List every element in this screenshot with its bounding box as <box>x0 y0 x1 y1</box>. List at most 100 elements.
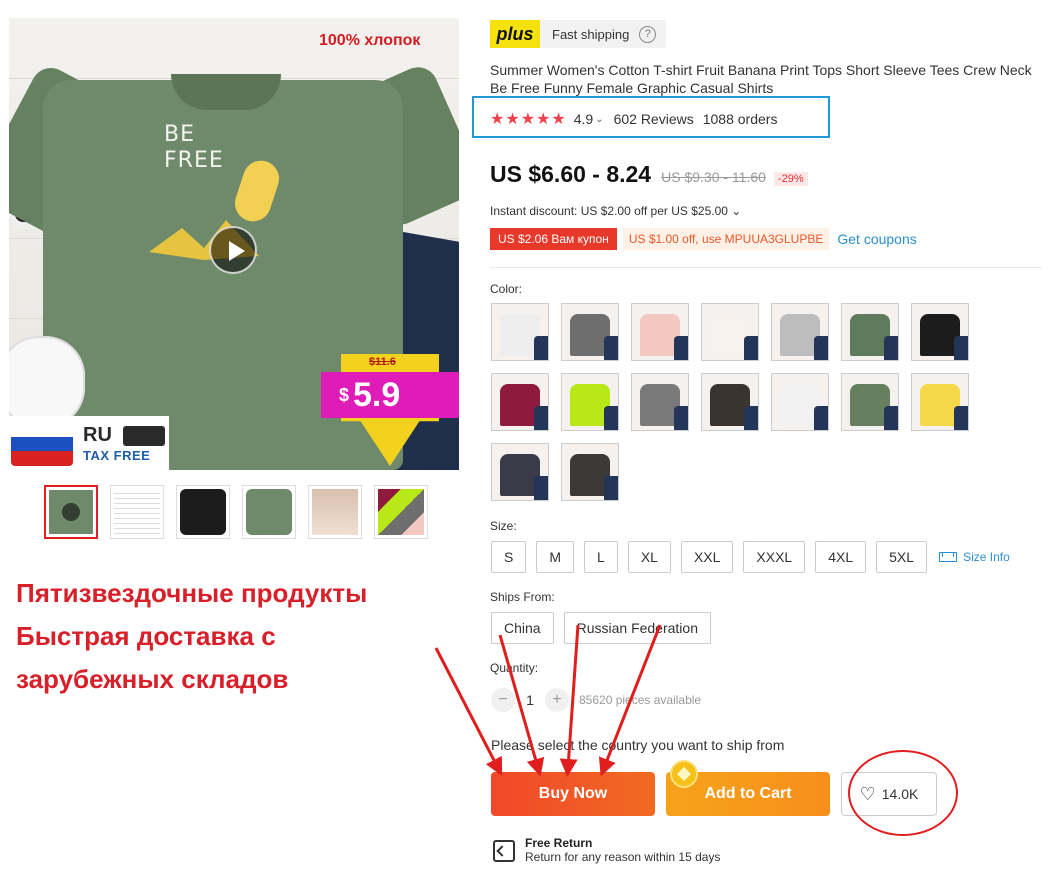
video-play-button[interactable] <box>209 226 257 274</box>
thumbnail-video[interactable] <box>44 485 98 539</box>
swatch-jeans <box>534 336 548 360</box>
size-option-m[interactable]: M <box>536 541 575 573</box>
divider <box>490 267 1042 268</box>
ships-from-china[interactable]: China <box>491 612 554 644</box>
promo-line-2: Быстрая доставка с <box>16 621 276 651</box>
original-price: US $9.30 - 11.60 <box>661 169 766 185</box>
color-swatch-black[interactable] <box>911 303 969 361</box>
plus-logo: plus <box>490 20 540 48</box>
badge-tax: TAX FREE <box>83 448 151 463</box>
available-pieces: 85620 pieces available <box>579 693 702 707</box>
swatch-jeans <box>884 336 898 360</box>
badge-country: RU <box>83 424 112 446</box>
shirt-print-text: BE FREE <box>164 122 224 173</box>
promo-line-1: Пятизвездочные продукты <box>16 578 368 608</box>
price-row: US $6.60 - 8.24 US $9.30 - 11.60 -29% <box>490 161 808 188</box>
rating-row: ★★★★★ 4.9 ⌄ 602 Reviews 1088 orders <box>490 109 777 129</box>
return-icon <box>493 840 515 862</box>
sticker-price: $5.9 <box>321 372 459 418</box>
thumbnail-strip <box>44 485 428 539</box>
coin-icon <box>670 760 698 788</box>
swatch-jeans <box>534 476 548 500</box>
size-info-link[interactable]: Size Info <box>939 550 1010 564</box>
info-icon[interactable]: ? <box>639 25 657 43</box>
ships-from-russia[interactable]: Russian Federation <box>563 612 711 644</box>
swatch-jeans <box>604 406 618 430</box>
russia-flag-icon <box>11 422 73 466</box>
promo-text: Пятизвездочные продукты Быстрая доставка… <box>16 572 367 701</box>
quantity-value[interactable]: 1 <box>515 692 545 708</box>
color-swatch-white-2[interactable] <box>771 373 829 431</box>
swatch-jeans <box>954 336 968 360</box>
chevron-down-icon[interactable]: ⌄ <box>595 114 603 125</box>
buy-now-button[interactable]: Buy Now <box>491 772 655 816</box>
arrow-1 <box>434 647 503 776</box>
swatch-jeans <box>534 406 548 430</box>
quantity-label: Quantity: <box>490 661 539 675</box>
color-swatch-navy-dark[interactable] <box>491 443 549 501</box>
get-coupons-link[interactable]: Get coupons <box>837 231 916 247</box>
color-swatch-wine[interactable] <box>491 373 549 431</box>
main-product-image[interactable]: BE FREE 100% хлопок $11.6 $5.9 RU TAX FR… <box>9 18 459 470</box>
orders-count: 1088 orders <box>702 111 778 127</box>
ship-country-note: Please select the country you want to sh… <box>491 737 785 753</box>
coupon-red[interactable]: US $2.06 Вам купон <box>490 228 617 250</box>
ruler-icon <box>939 552 958 562</box>
color-swatch-white[interactable] <box>491 303 549 361</box>
color-swatch-lime[interactable] <box>561 373 619 431</box>
thumbnail-collage[interactable] <box>374 485 428 539</box>
promo-line-3: зарубежных складов <box>16 664 289 694</box>
rating-stars-icon: ★★★★★ <box>490 111 567 128</box>
cotton-label: 100% хлопок <box>319 32 421 49</box>
quantity-minus-button[interactable]: − <box>491 688 515 712</box>
color-swatch-yellow[interactable] <box>911 373 969 431</box>
color-swatch-charcoal[interactable] <box>701 373 759 431</box>
color-swatch-green-2[interactable] <box>841 373 899 431</box>
ships-from-options: China Russian Federation <box>491 612 711 644</box>
swatch-jeans <box>744 336 758 360</box>
color-swatch-dark-brown[interactable] <box>561 443 619 501</box>
quantity-stepper: − 1 + 85620 pieces available <box>491 688 701 712</box>
coupon-orange[interactable]: US $1.00 off, use MPUUA3GLUPBE <box>622 228 830 250</box>
size-option-l[interactable]: L <box>584 541 618 573</box>
color-swatch-army-green[interactable] <box>841 303 899 361</box>
thumbnail-model[interactable] <box>308 485 362 539</box>
swatch-jeans <box>814 406 828 430</box>
current-price: US $6.60 - 8.24 <box>490 161 652 187</box>
color-swatch-cream[interactable] <box>701 303 759 361</box>
free-return-title: Free Return <box>525 836 593 850</box>
color-label: Color: <box>490 282 523 296</box>
size-label: Size: <box>490 519 517 533</box>
color-swatch-pink[interactable] <box>631 303 689 361</box>
wishlist-highlight-circle <box>848 750 958 836</box>
coupon-row: US $2.06 Вам купон US $1.00 off, use MPU… <box>490 228 917 250</box>
rating-value[interactable]: 4.9 <box>574 111 593 127</box>
size-option-xxl[interactable]: XXL <box>680 541 734 573</box>
swatch-jeans <box>954 406 968 430</box>
truck-icon <box>123 426 165 446</box>
quantity-plus-button[interactable]: + <box>545 688 569 712</box>
size-option-s[interactable]: S <box>491 541 527 573</box>
discount-badge: -29% <box>773 172 808 186</box>
swatch-jeans <box>604 476 618 500</box>
swatch-jeans <box>814 336 828 360</box>
thumbnail-green[interactable] <box>242 485 296 539</box>
plus-text: Fast shipping <box>552 26 630 42</box>
swatch-jeans <box>674 406 688 430</box>
reviews-link[interactable]: 602 Reviews <box>614 111 694 127</box>
swatch-jeans <box>604 336 618 360</box>
color-swatch-light-gray[interactable] <box>771 303 829 361</box>
size-option-5xl[interactable]: 5XL <box>876 541 928 573</box>
swatch-jeans <box>674 336 688 360</box>
color-swatch-dark-gray[interactable] <box>631 373 689 431</box>
instant-discount[interactable]: Instant discount: US $2.00 off per US $2… <box>490 204 741 218</box>
swatch-jeans <box>884 406 898 430</box>
color-swatch-gray[interactable] <box>561 303 619 361</box>
free-return: Free Return Return for any reason within… <box>493 836 720 864</box>
free-return-subtitle: Return for any reason within 15 days <box>525 850 721 864</box>
size-option-4xl[interactable]: 4XL <box>815 541 867 573</box>
size-option-xxxl[interactable]: XXXL <box>743 541 806 573</box>
thumbnail-size-chart[interactable] <box>110 485 164 539</box>
thumbnail-black[interactable] <box>176 485 230 539</box>
size-option-xl[interactable]: XL <box>627 541 671 573</box>
